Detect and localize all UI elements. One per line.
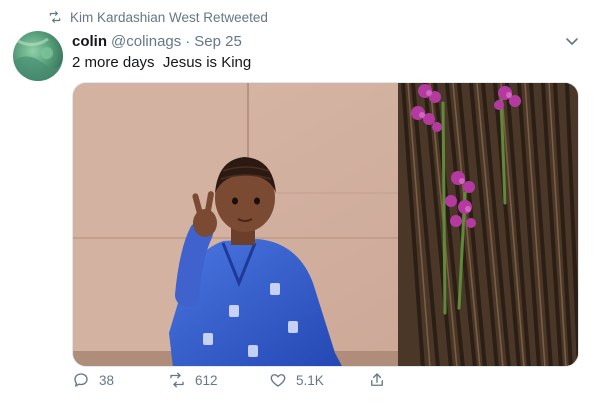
reply-button[interactable]: 38 xyxy=(72,371,114,389)
tweet-date[interactable]: Sep 25 xyxy=(194,33,242,50)
tweet-media-image[interactable] xyxy=(72,82,579,367)
header-separator: · xyxy=(185,33,191,50)
retweet-context-text: Kim Kardashian West Retweeted xyxy=(70,9,268,25)
chevron-down-icon[interactable] xyxy=(563,35,581,49)
like-count: 5.1K xyxy=(296,372,324,388)
retweet-icon xyxy=(49,11,61,23)
heart-icon xyxy=(270,374,286,387)
share-button[interactable] xyxy=(368,371,386,389)
retweet-button[interactable]: 612 xyxy=(168,371,218,389)
author-name[interactable]: colin xyxy=(72,33,107,50)
retweet-count: 612 xyxy=(195,372,218,388)
reply-icon xyxy=(74,373,88,387)
retweet-context[interactable]: Kim Kardashian West Retweeted xyxy=(48,8,268,26)
share-icon xyxy=(371,373,383,386)
retweet-icon xyxy=(170,372,184,388)
avatar[interactable] xyxy=(13,31,63,81)
tweet-text: 2 more days Jesus is King xyxy=(72,54,252,71)
tweet-header: colin @colinags · Sep 25 xyxy=(72,33,242,50)
reply-count: 38 xyxy=(99,372,115,388)
like-button[interactable]: 5.1K xyxy=(269,371,324,389)
author-handle[interactable]: @colinags xyxy=(111,33,181,50)
